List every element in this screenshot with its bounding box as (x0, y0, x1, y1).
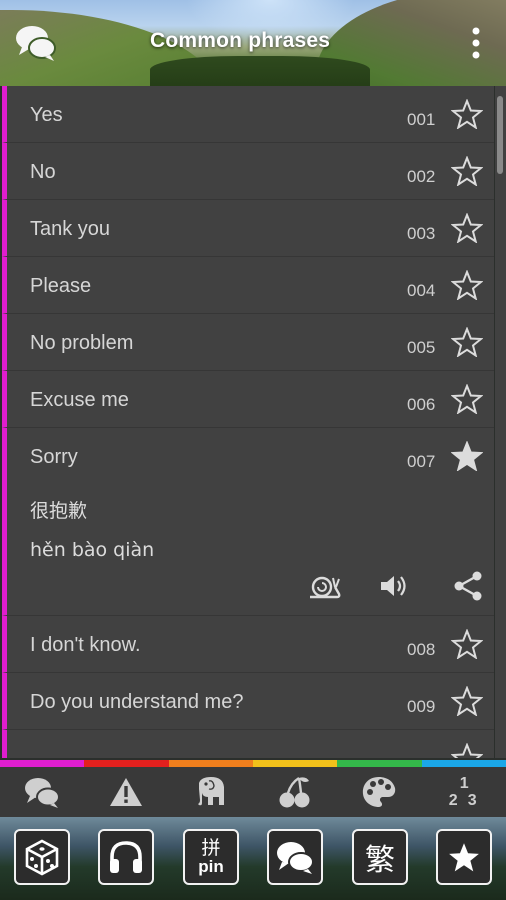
strip-segment (168, 760, 253, 767)
palette-icon (363, 777, 396, 807)
scrollbar-track[interactable] (495, 86, 506, 758)
phrase-list[interactable]: Yes 001 No 002 Tank you 003 Please 004 N… (2, 86, 494, 758)
category-bar: 1 2 3 (0, 767, 506, 817)
list-item[interactable]: Excuse me 006 (2, 371, 494, 428)
phrase-number: 003 (407, 224, 436, 243)
traditional-label: 繁 (365, 843, 395, 878)
phrase-text: I don't know. (30, 634, 141, 656)
category-phrases[interactable] (20, 772, 64, 812)
strip-segment (337, 760, 422, 767)
elephant-icon (197, 777, 224, 806)
speaker-icon[interactable] (377, 570, 411, 602)
phrase-number: 005 (407, 338, 436, 357)
list-item[interactable]: Please 004 (2, 257, 494, 314)
bottom-toolbar: 拼 pin 繁 (0, 817, 506, 900)
star-outline-icon[interactable] (451, 99, 483, 129)
star-outline-icon[interactable] (451, 629, 483, 659)
random-button[interactable] (14, 829, 70, 885)
phrase-text: Do you understand me? (30, 691, 244, 713)
numbers-glyph: 3 (467, 792, 477, 809)
category-colors[interactable] (357, 772, 401, 812)
phrase-text: Tank you (30, 218, 111, 240)
star-outline-icon[interactable] (451, 327, 483, 357)
strip-segment (421, 760, 506, 767)
phrase-number: 008 (407, 640, 436, 659)
star-outline-icon[interactable] (451, 384, 483, 414)
header: Common phrases (0, 0, 506, 86)
chat-icon (25, 778, 61, 808)
chat-bubbles-icon[interactable] (14, 22, 58, 62)
pinyin-button[interactable]: 拼 pin (183, 829, 239, 885)
landscape-trees (150, 56, 370, 86)
list-item[interactable]: No problem 005 (2, 314, 494, 371)
star-outline-icon[interactable] (451, 270, 483, 300)
phrase-number: 007 (407, 452, 436, 471)
star-outline-icon[interactable] (451, 156, 483, 186)
phrase-text: Yes (30, 104, 63, 126)
pinyin-label: pin (198, 857, 224, 876)
star-filled-icon[interactable] (451, 441, 483, 471)
star-outline-icon[interactable] (451, 743, 483, 758)
favorites-button[interactable] (436, 829, 492, 885)
category-warnings[interactable] (104, 772, 148, 812)
phrase-text: No (30, 161, 56, 183)
numbers-icon: 1 2 3 (448, 775, 479, 809)
star-outline-icon[interactable] (451, 213, 483, 243)
list-item-partial[interactable] (2, 730, 494, 758)
list-item[interactable]: Do you understand me? 009 (2, 673, 494, 730)
audio-button[interactable] (98, 829, 154, 885)
list-item[interactable]: Tank you 003 (2, 200, 494, 257)
headphones-icon (110, 841, 142, 873)
category-numbers[interactable]: 1 2 3 (442, 772, 486, 812)
phrase-text: Sorry (30, 446, 78, 468)
phrase-pinyin: hěn bào qiàn (30, 539, 155, 561)
star-icon (449, 843, 479, 872)
dice-icon (25, 839, 59, 876)
strip-segment (0, 760, 85, 767)
category-food[interactable] (273, 772, 317, 812)
phrase-text: Excuse me (30, 389, 129, 411)
scrollbar-thumb[interactable] (497, 96, 503, 174)
list-item-expanded[interactable]: Sorry 007 很抱歉 hěn bào qiàn (2, 428, 494, 616)
pinyin-hanzi-label: 拼 (201, 837, 221, 859)
traditional-chinese-button[interactable]: 繁 (352, 829, 408, 885)
category-animals[interactable] (189, 772, 233, 812)
list-item[interactable]: Yes 001 (2, 86, 494, 143)
phrase-text: No problem (30, 332, 134, 354)
list-item[interactable]: I don't know. 008 (2, 616, 494, 673)
category-color-strip (0, 760, 506, 767)
phrase-number: 006 (407, 395, 436, 414)
share-icon[interactable] (451, 570, 485, 602)
chat-icon (277, 842, 314, 874)
strip-segment (84, 760, 169, 767)
strip-segment (252, 760, 338, 767)
warning-icon (110, 778, 143, 806)
overflow-menu-icon[interactable] (470, 26, 482, 60)
phrase-text: Please (30, 275, 92, 297)
page-title: Common phrases (150, 29, 331, 52)
numbers-glyph: 1 (459, 775, 469, 792)
list-item[interactable]: No 002 (2, 143, 494, 200)
phrase-number: 002 (407, 167, 436, 186)
phrase-number: 001 (407, 110, 436, 129)
cherries-icon (279, 776, 310, 808)
phrase-hanzi: 很抱歉 (30, 500, 88, 522)
phrase-number: 004 (407, 281, 436, 300)
phrases-button[interactable] (267, 829, 323, 885)
phrase-number: 009 (407, 697, 436, 716)
snail-slow-play-icon[interactable] (307, 570, 341, 602)
star-outline-icon[interactable] (451, 686, 483, 716)
numbers-glyph: 2 (448, 792, 458, 809)
